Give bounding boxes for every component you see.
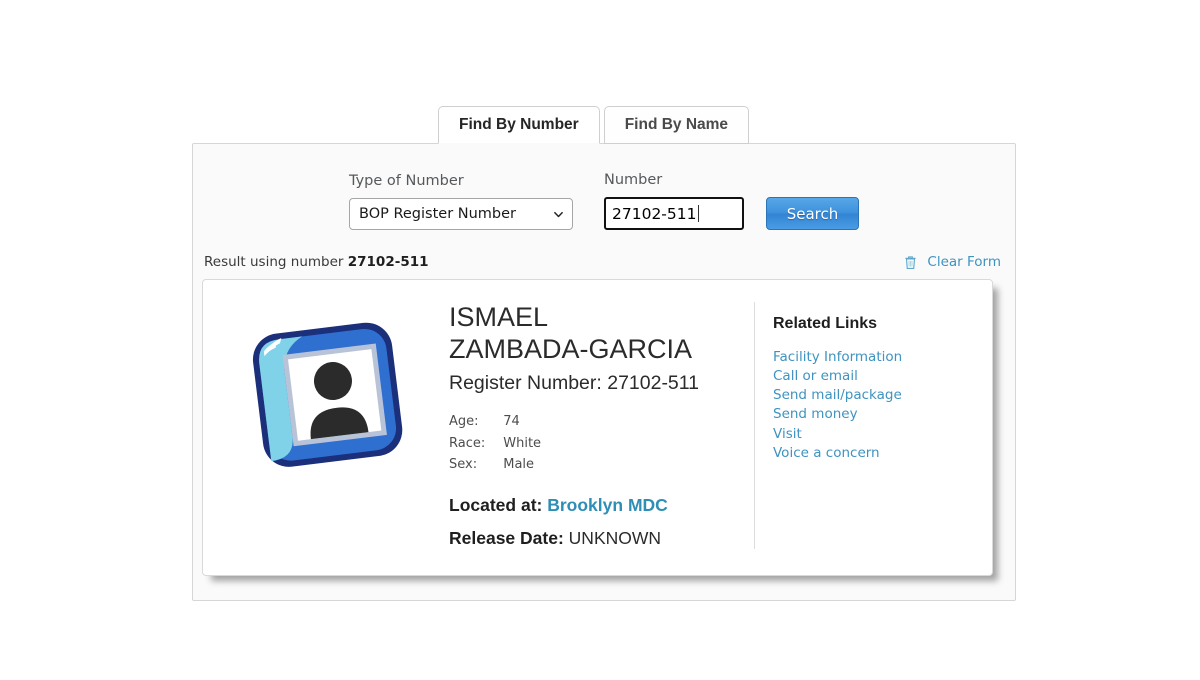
- result-bar: Result using number 27102-511 Clear Form: [193, 254, 1015, 270]
- related-link-visit[interactable]: Visit: [773, 425, 992, 444]
- inmate-attributes-table: Age: 74 Race: White Sex: Male: [449, 413, 541, 479]
- chevron-down-icon: [554, 211, 563, 217]
- type-of-number-label: Type of Number: [349, 173, 464, 189]
- attribute-key-sex: Sex:: [449, 457, 478, 473]
- tab-find-by-name-label: Find By Name: [624, 116, 729, 133]
- related-link-voice-a-concern[interactable]: Voice a concern: [773, 444, 992, 463]
- tab-find-by-number[interactable]: Find By Number: [438, 106, 600, 144]
- clear-form-label: Clear Form: [927, 254, 1001, 270]
- related-link-facility-information[interactable]: Facility Information: [773, 348, 992, 367]
- related-link-call-or-email[interactable]: Call or email: [773, 367, 992, 386]
- located-at-link[interactable]: Brooklyn MDC: [547, 495, 668, 515]
- search-button[interactable]: Search: [766, 197, 859, 230]
- attribute-value-sex: Male: [503, 457, 535, 473]
- table-row: Race: White: [449, 435, 541, 457]
- attribute-value-age: 74: [503, 413, 520, 429]
- result-summary-prefix: Result using number: [204, 254, 348, 270]
- number-input-value: 27102-511: [612, 204, 697, 223]
- tab-find-by-number-label: Find By Number: [459, 116, 579, 133]
- search-form: Type of Number BOP Register Number Numbe…: [193, 144, 1015, 230]
- table-row: Age: 74: [449, 413, 541, 435]
- related-links-panel: Related Links Facility Information Call …: [754, 302, 992, 550]
- text-caret: [697, 205, 699, 222]
- inmate-name: ISMAEL ZAMBADA-GARCIA: [449, 302, 693, 364]
- search-panel: Type of Number BOP Register Number Numbe…: [192, 143, 1016, 602]
- photo-placeholder-icon: [252, 322, 403, 467]
- table-row: Sex: Male: [449, 456, 541, 478]
- result-summary: Result using number 27102-511: [204, 254, 429, 270]
- attribute-key-age: Age:: [449, 413, 479, 429]
- related-link-send-mail-package[interactable]: Send mail/package: [773, 386, 992, 405]
- result-card-wrapper: ISMAEL ZAMBADA-GARCIA Register Number: 2…: [202, 279, 993, 577]
- located-at-label: Located at:: [449, 495, 543, 516]
- result-summary-number: 27102-511: [347, 254, 429, 270]
- trash-icon: [905, 255, 916, 269]
- tab-find-by-name[interactable]: Find By Name: [603, 106, 750, 144]
- inmate-location: Located at: Brooklyn MDC: [449, 495, 738, 516]
- type-of-number-select[interactable]: BOP Register Number: [349, 198, 573, 230]
- related-links-title: Related Links: [773, 315, 878, 332]
- type-of-number-field: Type of Number BOP Register Number: [349, 173, 573, 230]
- number-field: Number 27102-511: [604, 172, 744, 230]
- related-link-send-money[interactable]: Send money: [773, 405, 992, 424]
- inmate-result-card: ISMAEL ZAMBADA-GARCIA Register Number: 2…: [202, 279, 993, 577]
- inmate-photo-cell: [203, 302, 449, 549]
- inmate-release-date: Release Date: UNKNOWN: [449, 528, 738, 549]
- search-button-label: Search: [786, 204, 839, 223]
- inmate-register-number: Register Number: 27102-511: [449, 371, 700, 394]
- release-date-value: UNKNOWN: [568, 528, 662, 549]
- type-of-number-value: BOP Register Number: [359, 206, 517, 222]
- attribute-value-race: White: [503, 435, 542, 451]
- number-label: Number: [604, 172, 663, 188]
- release-date-label: Release Date:: [449, 528, 564, 549]
- tab-bar: Find By Number Find By Name: [192, 106, 1016, 144]
- inmate-info-cell: ISMAEL ZAMBADA-GARCIA Register Number: 2…: [449, 302, 748, 549]
- number-input[interactable]: 27102-511: [604, 197, 744, 230]
- attribute-key-race: Race:: [449, 435, 486, 451]
- inmate-locator-app: Find By Number Find By Name Type of Numb…: [192, 106, 1016, 602]
- clear-form-button[interactable]: Clear Form: [904, 254, 1001, 270]
